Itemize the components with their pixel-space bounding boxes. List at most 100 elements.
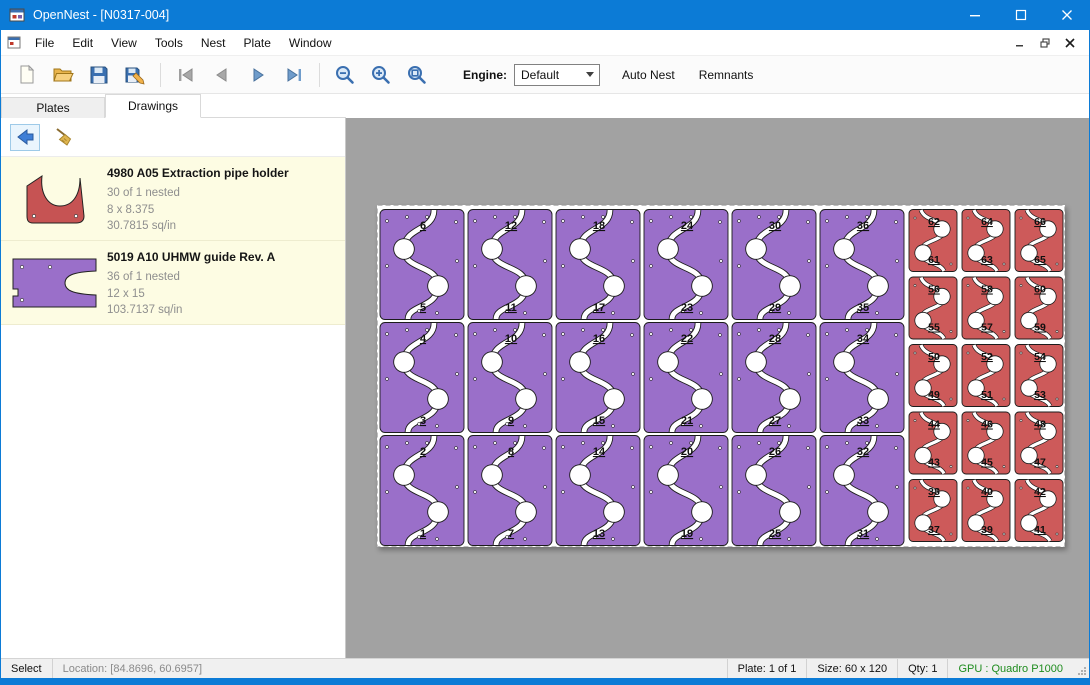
- svg-text:42: 42: [1034, 486, 1046, 498]
- svg-text:47: 47: [1034, 457, 1046, 469]
- new-button[interactable]: [9, 60, 45, 90]
- nest-part-pair-purple[interactable]: 2019: [644, 436, 728, 546]
- close-button[interactable]: [1044, 0, 1090, 30]
- menu-nest[interactable]: Nest: [192, 31, 235, 55]
- menu-file[interactable]: File: [26, 31, 63, 55]
- last-plate-button[interactable]: [276, 60, 312, 90]
- nest-part-pair-red[interactable]: 6261: [909, 210, 957, 272]
- nest-part-pair-purple[interactable]: 43: [380, 323, 464, 433]
- nest-part-pair-purple[interactable]: 1413: [556, 436, 640, 546]
- auto-nest-button[interactable]: Auto Nest: [620, 64, 677, 86]
- nest-part-pair-purple[interactable]: 2625: [732, 436, 816, 546]
- mdi-restore-button[interactable]: [1034, 33, 1056, 53]
- nest-part-pair-red[interactable]: 4443: [909, 412, 957, 474]
- svg-text:45: 45: [981, 457, 993, 469]
- save-button[interactable]: [81, 60, 117, 90]
- svg-text:35: 35: [857, 302, 869, 314]
- menu-window[interactable]: Window: [280, 31, 341, 55]
- menu-edit[interactable]: Edit: [63, 31, 102, 55]
- first-plate-button[interactable]: [168, 60, 204, 90]
- svg-text:29: 29: [769, 302, 781, 314]
- nest-part-pair-red[interactable]: 5857: [962, 277, 1010, 339]
- svg-text:65: 65: [1034, 254, 1046, 266]
- svg-text:13: 13: [593, 528, 605, 540]
- nest-part-pair-red[interactable]: 5655: [909, 277, 957, 339]
- nest-part-pair-red[interactable]: 4039: [962, 480, 1010, 542]
- nest-part-pair-purple[interactable]: 1817: [556, 210, 640, 320]
- nest-part-pair-purple[interactable]: 3029: [732, 210, 816, 320]
- drawing-list-item[interactable]: 5019 A10 UHMW guide Rev. A 36 of 1 neste…: [1, 241, 345, 325]
- mdi-restore-icon: [1040, 38, 1050, 48]
- nest-part-pair-purple[interactable]: 2221: [644, 323, 728, 433]
- tab-drawings[interactable]: Drawings: [105, 94, 201, 118]
- zoom-out-button[interactable]: [327, 60, 363, 90]
- menu-tools[interactable]: Tools: [146, 31, 192, 55]
- nest-part-pair-purple[interactable]: 2423: [644, 210, 728, 320]
- close-icon: [1061, 9, 1073, 21]
- plate[interactable]: 6512111817242330293635431091615222128273…: [377, 205, 1065, 547]
- minimize-button[interactable]: [952, 0, 998, 30]
- zoom-fit-icon: [406, 64, 428, 86]
- zoom-fit-button[interactable]: [399, 60, 435, 90]
- statusbar: Select Location: [84.8696, 60.6957] Plat…: [1, 658, 1089, 678]
- nest-part-pair-purple[interactable]: 21: [380, 436, 464, 546]
- maximize-button[interactable]: [998, 0, 1044, 30]
- nest-part-pair-red[interactable]: 5049: [909, 345, 957, 407]
- drawing-list-item[interactable]: 4980 A05 Extraction pipe holder 30 of 1 …: [1, 157, 345, 241]
- svg-text:40: 40: [981, 486, 993, 498]
- nest-part-pair-red[interactable]: 4847: [1015, 412, 1063, 474]
- next-plate-button[interactable]: [240, 60, 276, 90]
- resize-grip[interactable]: [1073, 659, 1089, 678]
- nest-part-pair-purple[interactable]: 1615: [556, 323, 640, 433]
- zoom-in-icon: [370, 64, 392, 86]
- titlebar: OpenNest - [N0317-004]: [0, 0, 1090, 30]
- svg-text:58: 58: [981, 284, 993, 296]
- nest-part-pair-purple[interactable]: 3635: [820, 210, 904, 320]
- save-as-floppy-pencil-icon: [124, 64, 146, 86]
- nest-canvas[interactable]: 6512111817242330293635431091615222128273…: [346, 118, 1089, 658]
- nest-svg[interactable]: 6512111817242330293635431091615222128273…: [377, 205, 1065, 547]
- nest-part-pair-red[interactable]: 6665: [1015, 210, 1063, 272]
- toolbar-separator: [160, 63, 161, 87]
- nest-part-pair-red[interactable]: 4241: [1015, 480, 1063, 542]
- nest-part-pair-red[interactable]: 5453: [1015, 345, 1063, 407]
- tab-plates[interactable]: Plates: [1, 97, 105, 118]
- svg-text:17: 17: [593, 302, 605, 314]
- nest-part-pair-red[interactable]: 6059: [1015, 277, 1063, 339]
- mdi-minimize-button[interactable]: [1009, 33, 1031, 53]
- svg-text:7: 7: [508, 528, 514, 540]
- previous-plate-button[interactable]: [204, 60, 240, 90]
- svg-text:37: 37: [928, 524, 940, 536]
- svg-text:24: 24: [681, 220, 694, 232]
- nest-part-pair-red[interactable]: 6463: [962, 210, 1010, 272]
- nest-part-pair-purple[interactable]: 2827: [732, 323, 816, 433]
- nest-part-pair-red[interactable]: 4645: [962, 412, 1010, 474]
- main-toolbar: Engine: Default Auto Nest Remnants: [1, 56, 1089, 94]
- engine-dropdown[interactable]: Default: [514, 64, 600, 86]
- send-to-nest-button[interactable]: [10, 124, 40, 151]
- zoom-in-button[interactable]: [363, 60, 399, 90]
- chevron-down-icon: [586, 72, 594, 77]
- nest-part-pair-purple[interactable]: 3433: [820, 323, 904, 433]
- svg-text:16: 16: [593, 333, 605, 345]
- nest-part-pair-purple[interactable]: 3231: [820, 436, 904, 546]
- uhmw-guide-shape: [10, 255, 102, 311]
- status-plate: Plate: 1 of 1: [728, 659, 807, 678]
- open-button[interactable]: [45, 60, 81, 90]
- svg-text:8: 8: [508, 446, 514, 458]
- engine-dropdown-value: Default: [521, 68, 559, 82]
- clean-button[interactable]: [50, 124, 80, 151]
- nest-part-pair-purple[interactable]: 109: [468, 323, 552, 433]
- menu-plate[interactable]: Plate: [235, 31, 280, 55]
- nest-part-pair-purple[interactable]: 1211: [468, 210, 552, 320]
- svg-text:22: 22: [681, 333, 693, 345]
- remnants-button[interactable]: Remnants: [697, 64, 756, 86]
- save-as-button[interactable]: [117, 60, 153, 90]
- svg-text:31: 31: [857, 528, 869, 540]
- nest-part-pair-red[interactable]: 5251: [962, 345, 1010, 407]
- nest-part-pair-purple[interactable]: 87: [468, 436, 552, 546]
- nest-part-pair-red[interactable]: 3837: [909, 480, 957, 542]
- mdi-close-button[interactable]: [1059, 33, 1081, 53]
- nest-part-pair-purple[interactable]: 65: [380, 210, 464, 320]
- menu-view[interactable]: View: [102, 31, 146, 55]
